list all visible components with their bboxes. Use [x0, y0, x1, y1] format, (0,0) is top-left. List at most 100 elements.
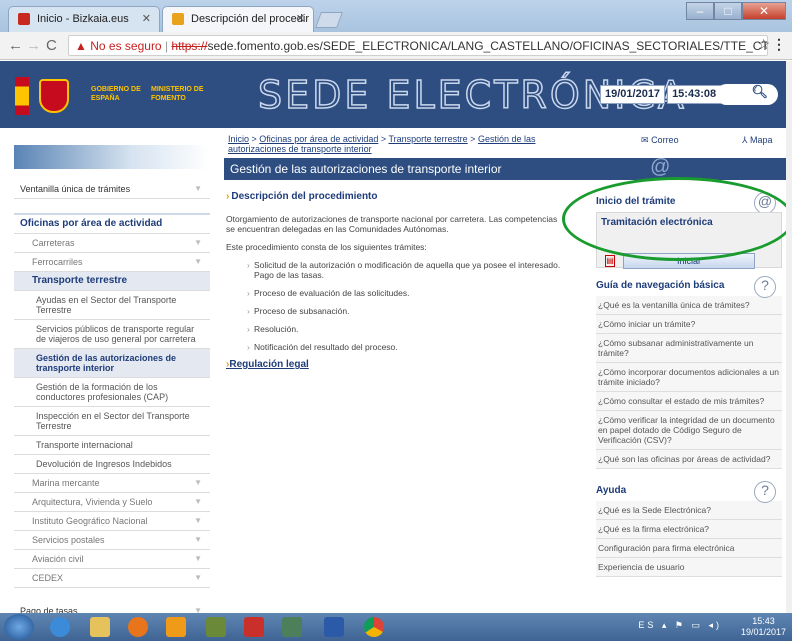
nav-item-ign[interactable]: Instituto Geográfico Nacional ▼ — [14, 512, 210, 531]
ayuda-link-configuracion[interactable]: Configuración para firma electrónica — [596, 539, 782, 558]
warning-triangle-icon: ▲ — [75, 39, 87, 53]
tab-label: Inicio - Bizkaia.eus — [37, 13, 129, 25]
guia-link-oficinas[interactable]: ¿Qué son las oficinas por áreas de activ… — [596, 450, 782, 469]
browser-menu-icon[interactable]: ⋮ — [772, 36, 786, 53]
guia-link-iniciar[interactable]: ¿Cómo iniciar un trámite? — [596, 315, 782, 334]
ayuda-link-sede[interactable]: ¿Qué es la Sede Electrónica? — [596, 501, 782, 520]
banner-image — [14, 145, 210, 169]
title-bar: Inicio - Bizkaia.eus ✕ Descripción del p… — [0, 0, 792, 32]
breadcrumb: Inicio > Oficinas por área de actividad … — [228, 134, 536, 154]
ayuda-link-experiencia[interactable]: Experiencia de usuario — [596, 558, 782, 577]
list-item: Solicitud de la autorización o modificac… — [247, 260, 566, 280]
bookmark-star-icon[interactable]: ☆ — [757, 36, 770, 53]
guia-heading: Guía de navegación básica? — [596, 276, 782, 298]
breadcrumb-oficinas[interactable]: Oficinas por área de actividad — [259, 134, 378, 144]
nav-subitem-formacion[interactable]: Gestión de la formación de los conductor… — [14, 378, 210, 407]
network-icon[interactable] — [206, 617, 226, 637]
start-button-icon[interactable] — [4, 614, 34, 640]
close-window-icon[interactable]: ✕ — [742, 2, 786, 20]
tab-bizkaia[interactable]: Inicio - Bizkaia.eus ✕ — [8, 6, 160, 32]
nav-subitem-servicios[interactable]: Servicios públicos de transporte regular… — [14, 320, 210, 349]
header-time: 15:43:08 — [667, 85, 722, 104]
browser-window: Inicio - Bizkaia.eus ✕ Descripción del p… — [0, 0, 792, 641]
nav-item-ferrocarriles[interactable]: Ferrocarriles ▼ — [14, 253, 210, 272]
nav-subitem-ayudas[interactable]: Ayudas en el Sector del Transporte Terre… — [14, 291, 210, 320]
chevron-down-icon: ▼ — [194, 497, 202, 506]
pdf-icon[interactable]: ▤ — [605, 255, 615, 267]
ie-icon[interactable] — [50, 617, 70, 637]
nav-subitem-gestion-autorizaciones[interactable]: Gestión de las autorizaciones de transpo… — [14, 349, 210, 378]
help-icon[interactable]: ? — [754, 276, 776, 298]
new-tab-button[interactable] — [315, 12, 343, 28]
close-tab-icon[interactable]: ✕ — [296, 12, 305, 25]
url-input[interactable]: ▲ No es seguro | https://sede.fomento.go… — [68, 35, 768, 56]
chevron-down-icon: ▼ — [194, 535, 202, 544]
monitor-icon[interactable] — [282, 617, 302, 637]
nav-item-oficinas[interactable]: Oficinas por área de actividad — [14, 213, 210, 234]
url-scheme: https:// — [171, 39, 208, 53]
close-tab-icon[interactable]: ✕ — [142, 12, 151, 25]
nav-item-marina[interactable]: Marina mercante ▼ — [14, 474, 210, 493]
regulacion-legal-link[interactable]: ›Regulación legal — [226, 360, 566, 370]
vertical-scrollbar[interactable] — [786, 61, 792, 613]
gov-label: GOBIERNO DE ESPAÑA — [91, 86, 141, 102]
guia-link-csv[interactable]: ¿Cómo verificar la integridad de un docu… — [596, 411, 782, 450]
fomento-favicon-icon — [172, 13, 184, 25]
back-arrow-icon[interactable]: ← — [8, 37, 23, 54]
at-decoration-icon: @ — [649, 156, 670, 178]
word-icon[interactable] — [324, 617, 344, 637]
nav-subitem-devolucion[interactable]: Devolución de Ingresos Indebidos — [14, 455, 210, 474]
breadcrumb-inicio[interactable]: Inicio — [228, 134, 249, 144]
mail-icon: ✉ — [641, 135, 649, 145]
minimize-icon[interactable]: – — [686, 2, 714, 20]
chevron-down-icon: ▼ — [194, 478, 202, 487]
steps-intro: Este procedimiento consta de los siguien… — [226, 242, 427, 252]
site-header: GOBIERNO DE ESPAÑA MINISTERIO DE FOMENTO… — [0, 61, 792, 128]
nav-item-cedex[interactable]: CEDEX ▼ — [14, 569, 210, 588]
nav-item-carreteras[interactable]: Carreteras ▼ — [14, 234, 210, 253]
tab-descripcion[interactable]: Descripción del procedir ✕ — [162, 6, 314, 32]
chevron-down-icon: ▼ — [194, 238, 202, 247]
guia-link-consultar[interactable]: ¿Cómo consultar el estado de mis trámite… — [596, 392, 782, 411]
ministry-label: MINISTERIO DE FOMENTO — [151, 86, 204, 102]
ayuda-link-firma[interactable]: ¿Qué es la firma electrónica? — [596, 520, 782, 539]
description-text: Otorgamiento de autorizaciones de transp… — [226, 214, 558, 234]
chrome-icon[interactable] — [364, 617, 384, 637]
reload-icon[interactable]: C — [46, 37, 57, 54]
date-time: 19/01/2017 15:43:08 — [600, 85, 722, 104]
nav-item-postales[interactable]: Servicios postales ▼ — [14, 531, 210, 550]
folder-icon[interactable] — [90, 617, 110, 637]
chevron-down-icon: ▼ — [194, 184, 202, 193]
security-warning[interactable]: No es seguro — [90, 39, 161, 53]
app-red-icon[interactable] — [244, 617, 264, 637]
list-item: Resolución. — [247, 324, 566, 334]
search-button[interactable]: 🔍︎ — [716, 84, 778, 105]
taskbar-clock[interactable]: 15:43 19/01/2017 — [741, 616, 786, 638]
nav-item-aviacion[interactable]: Aviación civil ▼ — [14, 550, 210, 569]
left-navigation: Ventanilla única de trámites ▼ Oficinas p… — [14, 180, 210, 621]
media-player-icon[interactable] — [128, 617, 148, 637]
list-item: Proceso de evaluación de las solicitudes… — [247, 288, 566, 298]
guia-link-subsanar[interactable]: ¿Cómo subsanar administrativamente un tr… — [596, 334, 782, 363]
government-logo[interactable]: GOBIERNO DE ESPAÑA MINISTERIO DE FOMENTO — [15, 77, 231, 115]
breadcrumb-transporte[interactable]: Transporte terrestre — [388, 134, 467, 144]
list-item: Notificación del resultado del proceso. — [247, 342, 566, 352]
address-bar: ← → C ▲ No es seguro | https://sede.fome… — [0, 32, 792, 60]
correo-link[interactable]: ✉ Correo — [641, 135, 679, 146]
nav-item-ventanilla[interactable]: Ventanilla única de trámites ▼ — [14, 180, 210, 199]
nav-subitem-inspeccion[interactable]: Inspección en el Sector del Transporte T… — [14, 407, 210, 436]
office-icon[interactable] — [166, 617, 186, 637]
forward-arrow-icon[interactable]: → — [26, 37, 41, 54]
language-indicator[interactable]: ES — [638, 620, 656, 630]
nav-item-transporte-terrestre[interactable]: Transporte terrestre — [14, 272, 210, 291]
nav-subitem-internacional[interactable]: Transporte internacional — [14, 436, 210, 455]
main-content: › Descripción del procedimiento Otorgamie… — [226, 192, 566, 370]
mapa-link[interactable]: ⅄ Mapa — [742, 135, 773, 146]
maximize-icon[interactable]: □ — [714, 2, 742, 20]
guia-link-ventanilla[interactable]: ¿Qué es la ventanilla única de trámites? — [596, 296, 782, 315]
nav-item-arquitectura[interactable]: Arquitectura, Vivienda y Suelo ▼ — [14, 493, 210, 512]
chevron-down-icon: ▼ — [194, 257, 202, 266]
help-icon[interactable]: ? — [754, 481, 776, 503]
taskbar: ES ▴ ⚑ ▭ ◂) 15:43 19/01/2017 — [0, 613, 792, 641]
guia-link-incorporar[interactable]: ¿Cómo incorporar documentos adicionales … — [596, 363, 782, 392]
